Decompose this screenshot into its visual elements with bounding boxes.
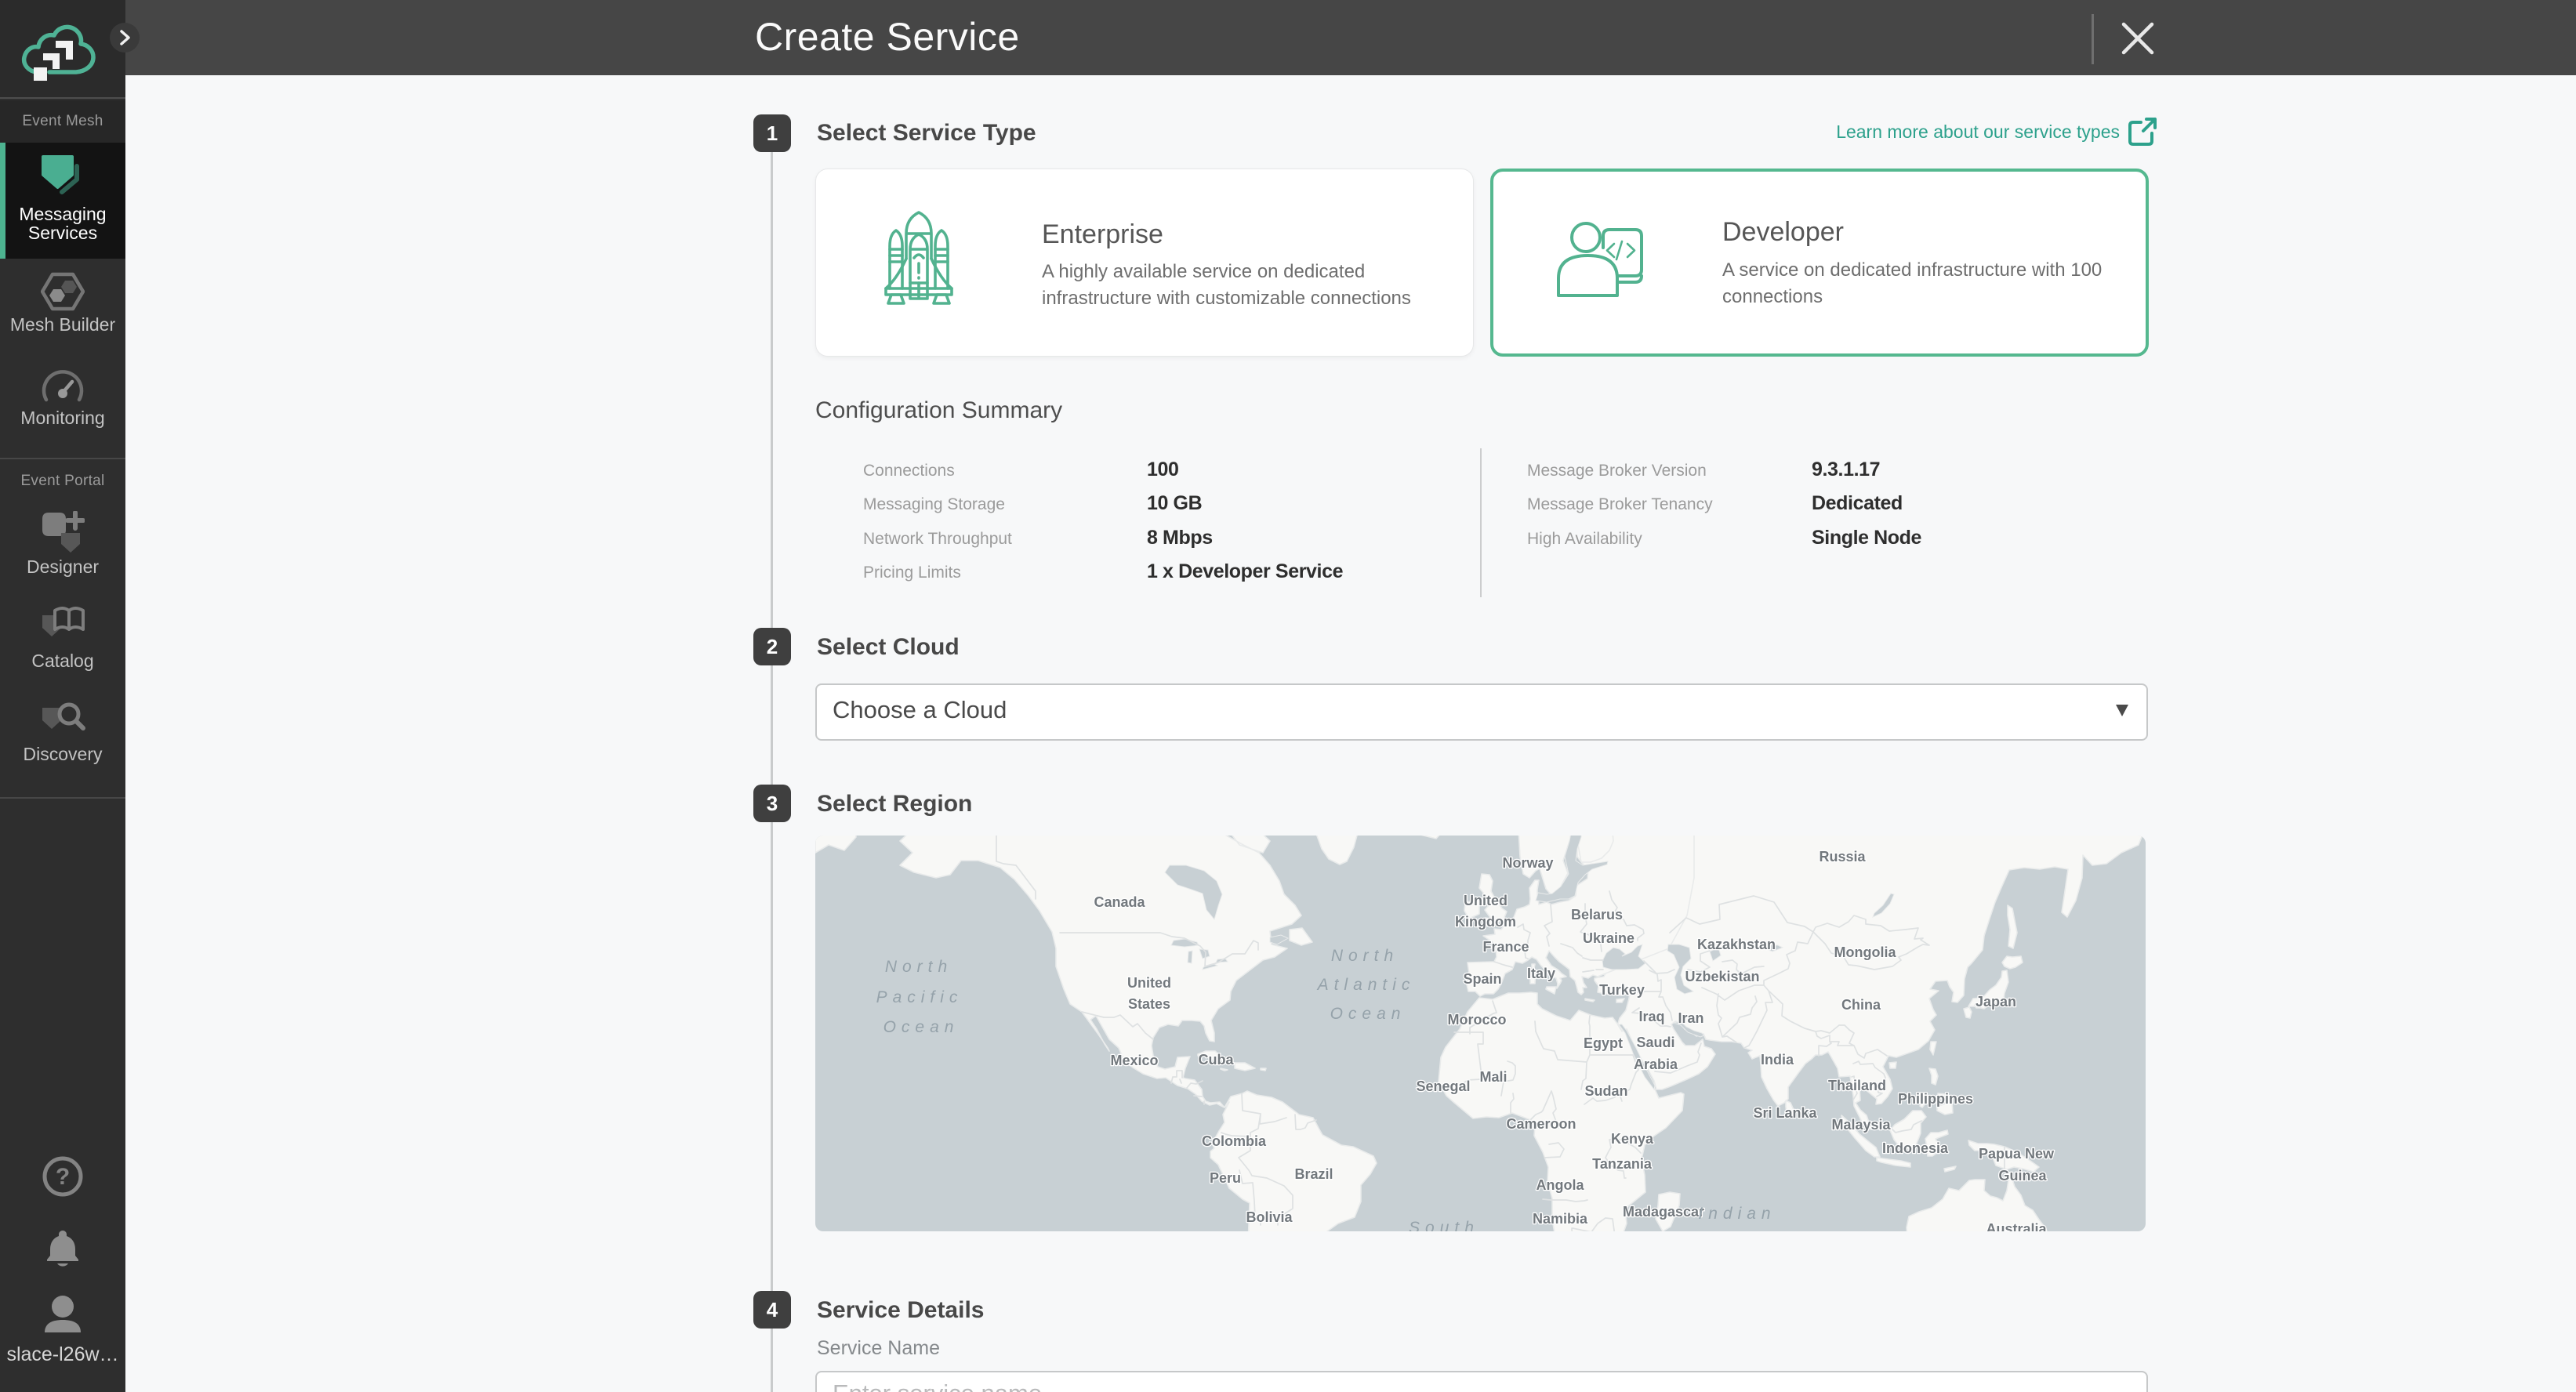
svg-text:France: France bbox=[1482, 939, 1529, 955]
svg-text:Spain: Spain bbox=[1463, 971, 1501, 987]
svg-text:Ukraine: Ukraine bbox=[1583, 930, 1634, 946]
svg-text:United: United bbox=[1127, 975, 1171, 991]
svg-text:Bolivia: Bolivia bbox=[1246, 1209, 1293, 1225]
svg-text:Norway: Norway bbox=[1502, 855, 1553, 871]
svg-text:Arabia: Arabia bbox=[1634, 1057, 1678, 1072]
svg-text:Brazil: Brazil bbox=[1294, 1166, 1333, 1182]
svg-text:Kenya: Kenya bbox=[1611, 1131, 1654, 1147]
svg-text:Guinea: Guinea bbox=[1998, 1168, 2047, 1184]
svg-text:North: North bbox=[885, 958, 952, 976]
svg-text:Philippines: Philippines bbox=[1898, 1091, 1973, 1107]
svg-text:Mali: Mali bbox=[1479, 1069, 1507, 1085]
svg-text:Malaysia: Malaysia bbox=[1831, 1117, 1891, 1133]
svg-text:States: States bbox=[1128, 996, 1170, 1012]
svg-text:Sudan: Sudan bbox=[1584, 1083, 1627, 1099]
svg-text:Canada: Canada bbox=[1094, 894, 1145, 910]
svg-text:Turkey: Turkey bbox=[1599, 982, 1645, 998]
svg-text:Australia: Australia bbox=[1986, 1221, 2047, 1231]
svg-text:Cuba: Cuba bbox=[1199, 1052, 1235, 1068]
svg-text:Tanzania: Tanzania bbox=[1592, 1156, 1653, 1172]
svg-text:Japan: Japan bbox=[1976, 994, 2016, 1010]
svg-text:Namibia: Namibia bbox=[1533, 1211, 1588, 1227]
svg-text:United: United bbox=[1464, 893, 1508, 908]
svg-text:Thailand: Thailand bbox=[1828, 1078, 1886, 1093]
svg-text:Kazakhstan: Kazakhstan bbox=[1697, 937, 1776, 952]
svg-text:North: North bbox=[1331, 947, 1399, 965]
svg-text:Ocean: Ocean bbox=[883, 1018, 960, 1036]
svg-text:Morocco: Morocco bbox=[1447, 1012, 1506, 1028]
svg-text:Indonesia: Indonesia bbox=[1882, 1140, 1949, 1156]
svg-text:China: China bbox=[1841, 997, 1881, 1013]
svg-text:India: India bbox=[1761, 1052, 1794, 1068]
svg-text:Atlantic: Atlantic bbox=[1316, 976, 1416, 994]
svg-text:Russia: Russia bbox=[1819, 849, 1866, 865]
svg-text:Belarus: Belarus bbox=[1571, 907, 1623, 923]
svg-text:Papua New: Papua New bbox=[1979, 1146, 2055, 1162]
svg-text:Angola: Angola bbox=[1537, 1177, 1585, 1193]
svg-text:Egypt: Egypt bbox=[1584, 1035, 1623, 1051]
svg-text:Iran: Iran bbox=[1678, 1010, 1703, 1026]
svg-text:Colombia: Colombia bbox=[1202, 1133, 1267, 1149]
svg-text:Pacific: Pacific bbox=[876, 988, 963, 1006]
svg-text:Iraq: Iraq bbox=[1638, 1009, 1664, 1024]
svg-text:Senegal: Senegal bbox=[1416, 1078, 1470, 1094]
svg-text:Mongolia: Mongolia bbox=[1834, 944, 1897, 960]
svg-text:Cameroon: Cameroon bbox=[1506, 1116, 1576, 1132]
svg-text:Kingdom: Kingdom bbox=[1455, 914, 1516, 930]
svg-text:South: South bbox=[1409, 1219, 1479, 1231]
svg-text:Madagascar: Madagascar bbox=[1623, 1204, 1704, 1220]
svg-text:Ocean: Ocean bbox=[1330, 1005, 1406, 1023]
svg-text:Sri Lanka: Sri Lanka bbox=[1753, 1105, 1817, 1121]
svg-text:Indian: Indian bbox=[1698, 1205, 1776, 1223]
svg-text:Mexico: Mexico bbox=[1110, 1053, 1158, 1068]
svg-text:Peru: Peru bbox=[1210, 1170, 1241, 1186]
svg-text:Saudi: Saudi bbox=[1636, 1035, 1674, 1050]
svg-text:Italy: Italy bbox=[1527, 966, 1555, 981]
svg-text:?: ? bbox=[56, 1164, 70, 1190]
svg-text:Uzbekistan: Uzbekistan bbox=[1685, 969, 1759, 984]
